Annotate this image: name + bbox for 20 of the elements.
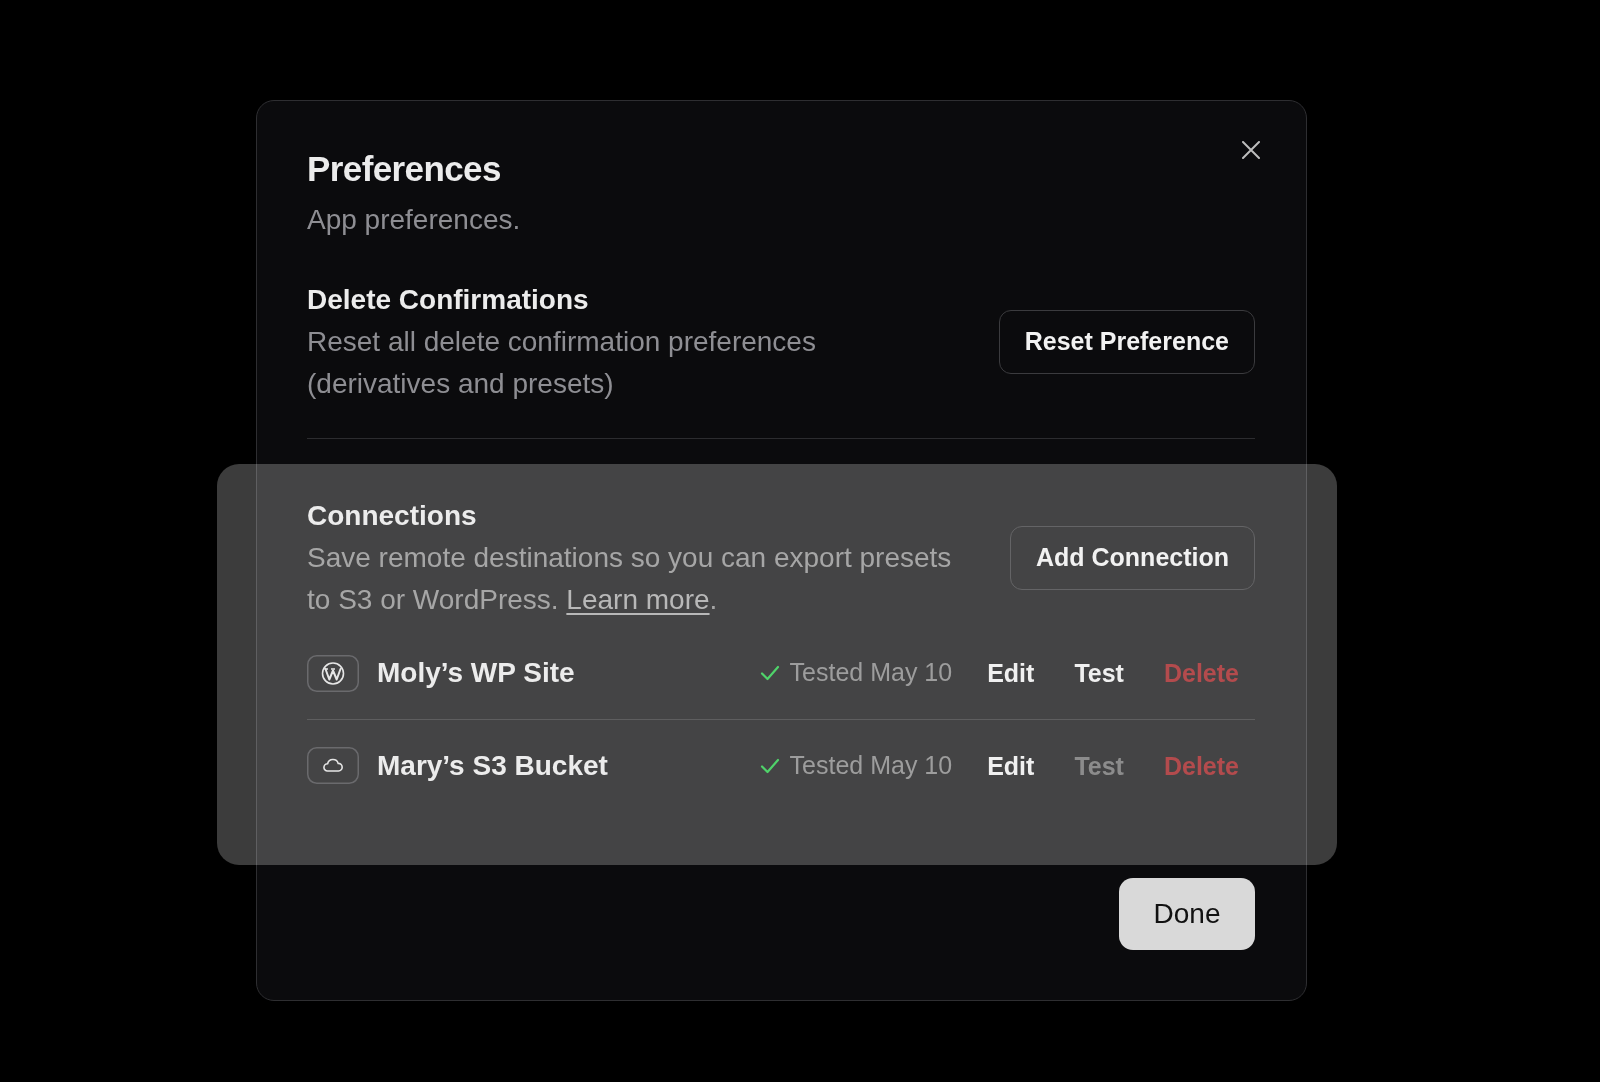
- dialog-title: Preferences: [307, 148, 502, 189]
- cloud-icon: [307, 747, 359, 784]
- section-heading: Connections: [307, 499, 478, 533]
- edit-button[interactable]: Edit: [971, 745, 1051, 786]
- dialog-subtitle: App preferences.: [307, 203, 521, 237]
- close-icon: [1242, 141, 1260, 159]
- status-text: Tested May 10: [789, 657, 953, 689]
- reset-button[interactable]: Reset Preference: [998, 310, 1255, 374]
- add-connection-button[interactable]: Add Connection: [1009, 526, 1255, 590]
- connection-name: Moly’s WP Site: [377, 656, 575, 690]
- connection-name: Mary’s S3 Bucket: [377, 748, 608, 783]
- edit-button[interactable]: Edit: [971, 653, 1051, 693]
- section-description: Reset all delete confirmation preferences (derivatives and presets): [307, 325, 817, 401]
- status-text: Tested May 10: [789, 749, 953, 781]
- learn-more-link[interactable]: Learn more: [566, 584, 710, 615]
- section-description: Save remote destinations so you can export presets to S3 or WordPress. Learn more.: [307, 541, 953, 617]
- test-button[interactable]: Test: [1058, 653, 1140, 693]
- w-logo-icon: [307, 654, 359, 692]
- done-button[interactable]: Done: [1119, 878, 1255, 950]
- section-heading: Delete Confirmations: [307, 283, 590, 317]
